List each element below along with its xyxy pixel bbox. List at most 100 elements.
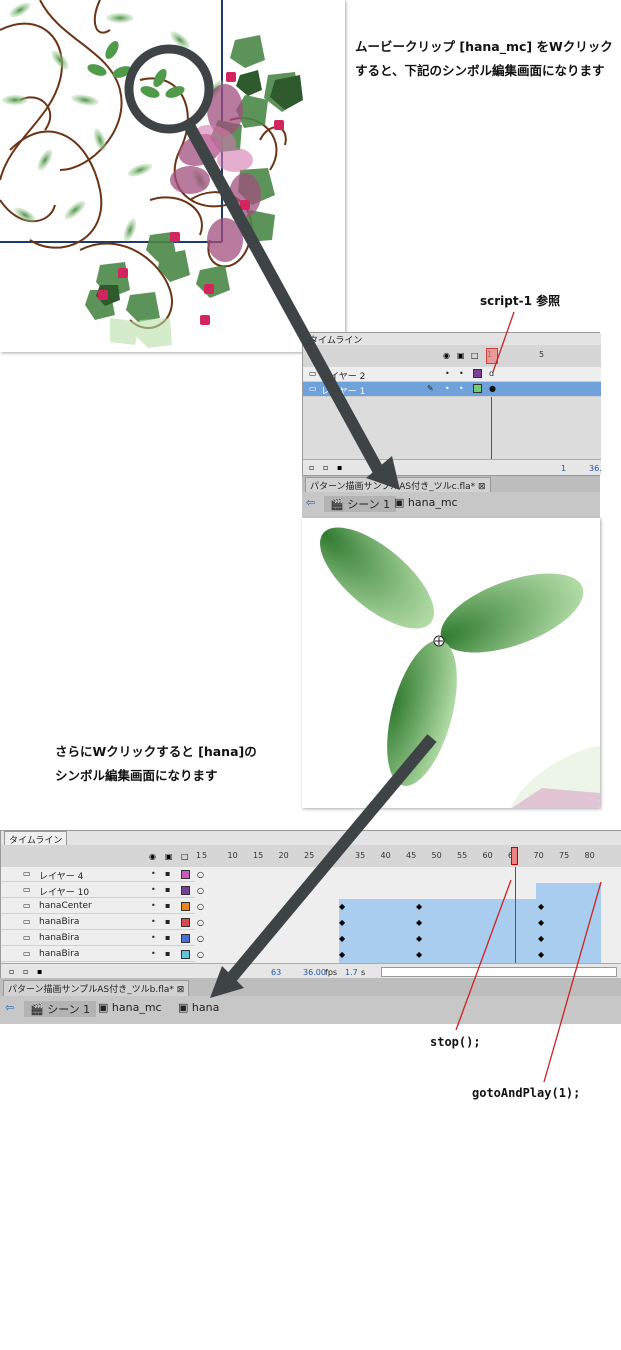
tween-keyframe-icon[interactable]: ◆ (416, 919, 422, 927)
outline-icon[interactable]: □ (181, 853, 189, 861)
tween-keyframe-icon[interactable]: ◆ (538, 951, 544, 959)
tween-keyframe-icon[interactable]: ◆ (339, 903, 345, 911)
goto-note: gotoAndPlay(1); (472, 1086, 581, 1100)
close-icon[interactable]: ⊠ (177, 985, 185, 995)
lock-dot[interactable]: • (459, 370, 464, 378)
layer-row[interactable]: ▭ hanaBira • ▪ (1, 931, 195, 946)
layer-color-swatch[interactable] (181, 886, 190, 895)
playhead[interactable] (486, 348, 498, 364)
visibility-dot[interactable]: • (151, 886, 156, 894)
breadcrumb-symbol-hana-mc[interactable]: ▣ hana_mc (98, 1001, 162, 1014)
new-layer-icon[interactable]: ▫ (9, 968, 14, 976)
lock-dot[interactable]: • (459, 385, 464, 393)
tween-span[interactable] (536, 883, 601, 899)
lock-icon[interactable]: ▪ (165, 902, 170, 910)
layer-row[interactable]: ▭ hanaCenter • ▪ (1, 899, 195, 914)
layer-color-swatch[interactable] (181, 870, 190, 879)
lock-icon[interactable]: ▣ (165, 853, 173, 861)
layer-color-swatch[interactable] (181, 950, 190, 959)
layer-color-swatch[interactable] (181, 918, 190, 927)
playhead[interactable] (511, 847, 518, 865)
keyframe-icon[interactable]: ○ (197, 887, 204, 895)
outline-icon[interactable]: □ (471, 352, 479, 360)
layer-row-selected[interactable]: ▭ レイヤー 1 ✎ • • ● (303, 382, 601, 397)
script1-note: script-1 参照 (480, 294, 561, 308)
layer-row[interactable]: ▭ レイヤー 10 • ▪ (1, 883, 195, 898)
tween-keyframe-icon[interactable]: ◆ (538, 935, 544, 943)
intro-caption: ムービークリップ [hana_mc] をWクリック すると、下記のシンボル編集画… (355, 35, 621, 83)
layer-color-swatch[interactable] (473, 384, 482, 393)
pencil-icon[interactable]: ✎ (427, 385, 434, 393)
keyframe-icon[interactable]: ɑ (489, 370, 494, 378)
visibility-dot[interactable]: • (445, 370, 450, 378)
breadcrumb-symbol1-label: hana_mc (111, 1001, 162, 1014)
visibility-dot[interactable]: • (151, 934, 156, 942)
lock-icon[interactable]: ▪ (165, 918, 170, 926)
visibility-dot[interactable]: • (151, 918, 156, 926)
breadcrumb-symbol-hana[interactable]: ▣ hana (178, 1001, 219, 1014)
lock-icon[interactable]: ▪ (165, 950, 170, 958)
eye-icon[interactable]: ◉ (443, 352, 450, 360)
new-folder-icon[interactable]: ▫ (23, 968, 28, 976)
lock-icon[interactable]: ▪ (165, 870, 170, 878)
tween-keyframe-icon[interactable]: ◆ (416, 903, 422, 911)
new-folder-icon[interactable]: ▫ (323, 464, 328, 472)
back-arrow-icon[interactable]: ⇦ (5, 1001, 14, 1014)
visibility-dot[interactable]: • (151, 950, 156, 958)
lock-icon[interactable]: ▪ (165, 934, 170, 942)
keyframe-icon[interactable]: ○ (197, 871, 204, 879)
timeline-1-empty-area (303, 397, 601, 459)
frame-number: 55 (457, 851, 468, 860)
tween-keyframe-icon[interactable]: ◆ (416, 935, 422, 943)
tween-keyframe-icon[interactable]: ◆ (416, 951, 422, 959)
keyframe-icon[interactable]: ○ (197, 951, 204, 959)
layer-color-swatch[interactable] (473, 369, 482, 378)
magnifier-circle (124, 44, 214, 134)
timeline-1-status: ▫ ▫ ▪ 1 36. (303, 459, 602, 475)
tween-keyframe-icon[interactable]: ◆ (339, 919, 345, 927)
back-arrow-icon[interactable]: ⇦ (306, 496, 315, 509)
visibility-dot[interactable]: • (151, 902, 156, 910)
visibility-dot[interactable]: • (445, 385, 450, 393)
layer-name: hanaBira (39, 917, 80, 927)
layer-row[interactable]: ▭ hanaBira • ▪ (1, 915, 195, 930)
close-icon[interactable]: ⊠ (478, 482, 486, 492)
tween-keyframe-icon[interactable]: ◆ (339, 935, 345, 943)
keyframe-icon[interactable]: ○ (197, 903, 204, 911)
tween-keyframe-icon[interactable]: ◆ (538, 919, 544, 927)
timeline-panel-1: タイムライン ◉ ▣ □ 1 5 ▭ レイヤー 2 • • ɑ ▭ レイヤー 1… (302, 332, 602, 476)
frame-number-5: 5 (539, 350, 545, 359)
layer-row[interactable]: ▭ hanaBira • ▪ (1, 947, 195, 962)
tween-span[interactable] (339, 899, 601, 963)
new-layer-icon[interactable]: ▫ (309, 464, 314, 472)
delete-icon[interactable]: ▪ (337, 464, 342, 472)
file-tab-2[interactable]: パターン描画サンプルAS付き_ツルb.fla* ⊠ (3, 980, 190, 997)
visibility-dot[interactable]: • (151, 870, 156, 878)
fps-value: 36. (589, 464, 602, 473)
horizontal-scrollbar[interactable] (381, 967, 617, 977)
eye-icon[interactable]: ◉ (149, 853, 156, 861)
breadcrumb-scene[interactable]: 🎬 シーン 1 (324, 496, 397, 512)
layer-name: レイヤー 4 (39, 872, 84, 882)
tween-keyframe-icon[interactable]: ◆ (538, 903, 544, 911)
elapsed-time: 1.7 (345, 968, 358, 977)
breadcrumb-scene[interactable]: 🎬 シーン 1 (24, 1001, 97, 1017)
lock-icon[interactable]: ▪ (165, 886, 170, 894)
keyframe-icon[interactable]: ● (489, 385, 496, 393)
tween-keyframe-icon[interactable]: ◆ (339, 951, 345, 959)
layer-color-swatch[interactable] (181, 934, 190, 943)
timeline-1-header-row: ◉ ▣ □ 1 5 (303, 345, 601, 367)
breadcrumb-symbol[interactable]: ▣ hana_mc (394, 496, 458, 509)
delete-icon[interactable]: ▪ (37, 968, 42, 976)
frame-number: 15 (253, 851, 264, 860)
layer-color-swatch[interactable] (181, 902, 190, 911)
layer-row[interactable]: ▭ レイヤー 2 • • ɑ (303, 367, 601, 382)
timeline-2-header: タイムライン (1, 831, 621, 847)
layer-icon: ▭ (23, 917, 31, 926)
keyframe-icon[interactable]: ○ (197, 919, 204, 927)
keyframe-icon[interactable]: ○ (197, 935, 204, 943)
layer-icon: ▭ (309, 384, 317, 393)
symbol-icon: ▣ (98, 1001, 109, 1014)
layer-row[interactable]: ▭ レイヤー 4 • ▪ (1, 867, 195, 882)
lock-icon[interactable]: ▣ (457, 352, 465, 360)
